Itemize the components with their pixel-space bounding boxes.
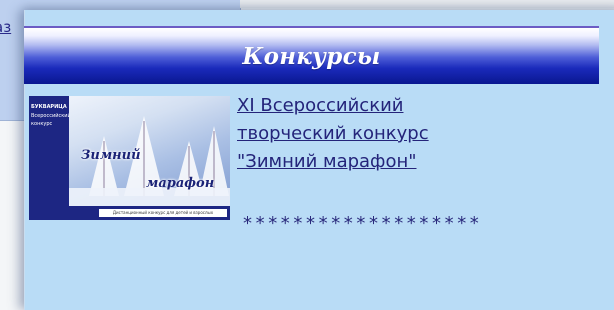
thumbnail-sidebar-line-1: БУКВАРИЦА bbox=[31, 104, 67, 110]
contest-link-line-3[interactable]: "Зимний марафон" bbox=[237, 148, 597, 176]
thumbnail-sidebar: БУКВАРИЦА Всероссийский конкурс bbox=[29, 96, 71, 220]
star-separator: ******************* bbox=[243, 213, 483, 234]
contest-link-line-1[interactable]: XI Всероссийский bbox=[237, 92, 597, 120]
thumbnail-title-word-2: марафон bbox=[146, 176, 215, 191]
thumbnail-sidebar-line-3: конкурс bbox=[31, 121, 53, 127]
thumbnail-footer: Дистанционный конкурс для детей и взросл… bbox=[29, 206, 230, 220]
widget-title-bar: Конкурсы bbox=[24, 26, 599, 84]
thumbnail-sidebar-line-2: Всероссийский bbox=[31, 113, 71, 119]
contest-thumbnail[interactable]: БУКВАРИЦА Всероссийский конкурс Зимний м… bbox=[29, 96, 230, 220]
background-strip bbox=[240, 0, 614, 8]
thumbnail-footer-caption: Дистанционный конкурс для детей и взросл… bbox=[99, 209, 227, 217]
widget-title: Конкурсы bbox=[242, 43, 381, 70]
contest-link[interactable]: XI Всероссийский творческий конкурс "Зим… bbox=[237, 92, 597, 176]
background-link[interactable]: аз bbox=[0, 18, 11, 36]
contest-link-line-2[interactable]: творческий конкурс bbox=[237, 120, 597, 148]
thumbnail-title-word-1: Зимний bbox=[81, 148, 141, 163]
